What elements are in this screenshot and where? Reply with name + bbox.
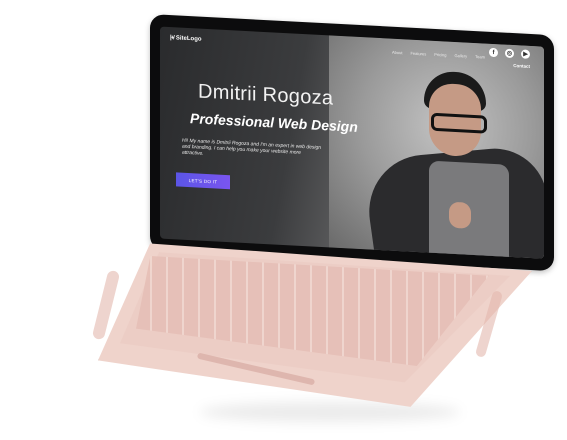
nav-link-team[interactable]: Team xyxy=(475,54,485,60)
laptop-lid: |+/ SiteLogo About Features Pricing Gall… xyxy=(150,14,554,272)
laptop-screen: |+/ SiteLogo About Features Pricing Gall… xyxy=(160,26,544,259)
laptop-mockup: |+/ SiteLogo About Features Pricing Gall… xyxy=(0,0,567,440)
nav-link-contact[interactable]: Contact xyxy=(513,63,530,69)
nav-links: About Features Pricing Gallery Team xyxy=(392,50,485,60)
hero-name: Dmitrii Rogoza xyxy=(198,80,334,110)
instagram-icon[interactable]: ◎ xyxy=(505,48,514,59)
laptop-shadow xyxy=(200,402,460,422)
youtube-icon[interactable]: ▶ xyxy=(521,49,530,59)
social-links: f ◎ ▶ xyxy=(489,47,530,59)
hero-description: Hi! My name is Dmitrii Rogoza and I'm an… xyxy=(182,137,322,157)
nav-link-features[interactable]: Features xyxy=(410,51,426,57)
photo-glasses xyxy=(431,112,487,134)
logo-mark: |+/ xyxy=(170,35,174,42)
logo-text: SiteLogo xyxy=(175,35,202,43)
photo-hand xyxy=(449,201,471,229)
nav-link-pricing[interactable]: Pricing xyxy=(434,52,446,58)
nav-link-gallery[interactable]: Gallery xyxy=(454,53,467,59)
site-logo[interactable]: |+/ SiteLogo xyxy=(170,35,202,43)
nav-link-about[interactable]: About xyxy=(392,50,402,56)
facebook-icon[interactable]: f xyxy=(489,47,498,58)
cta-button[interactable]: LET'S DO IT xyxy=(176,172,230,190)
